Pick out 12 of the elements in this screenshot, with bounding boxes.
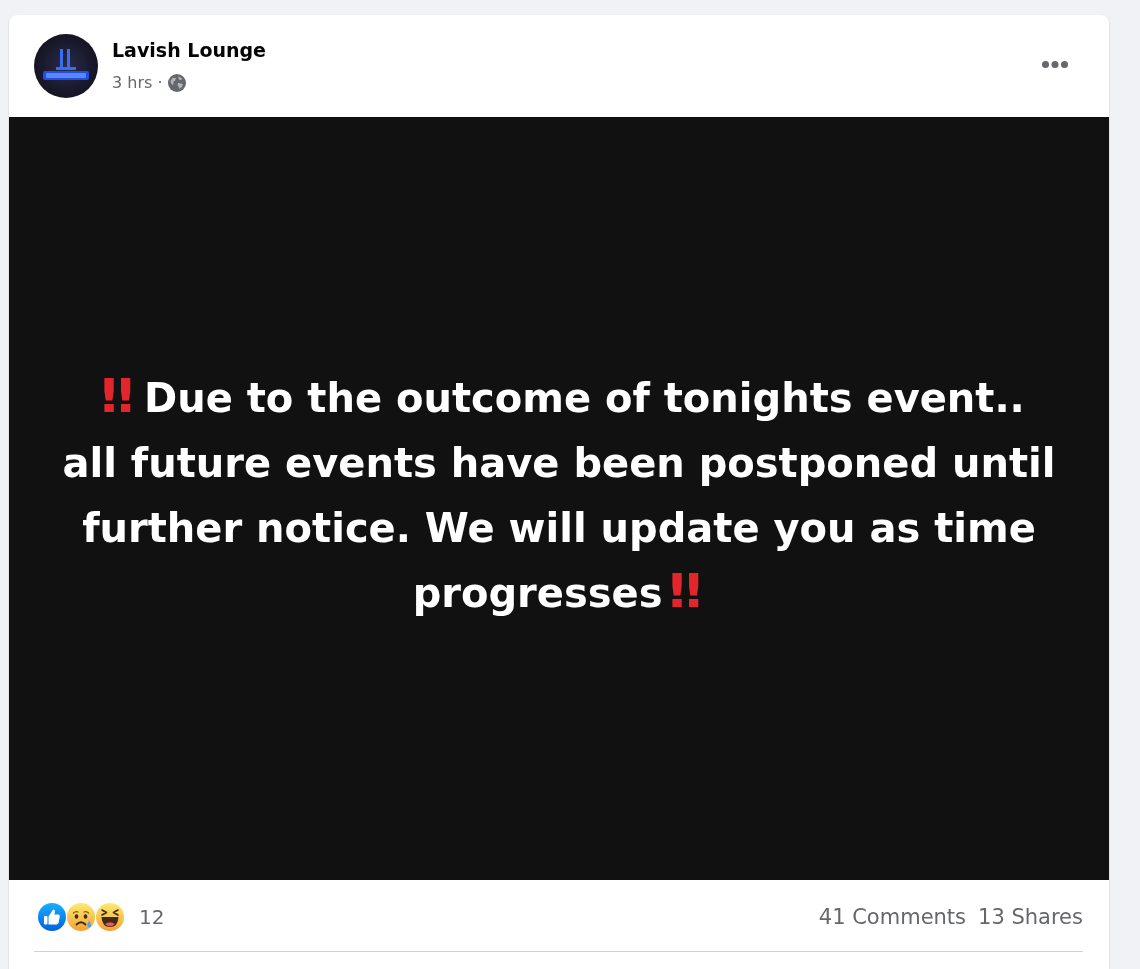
shares-link[interactable]: 13 Shares <box>978 904 1083 929</box>
page-name-link[interactable]: Lavish Lounge <box>112 37 266 62</box>
reaction-count[interactable]: 12 <box>139 904 165 929</box>
crying-face-icon <box>67 902 95 931</box>
globe-icon <box>167 73 186 92</box>
laughing-face-icon <box>96 902 124 931</box>
post-time-link[interactable]: 3 hrs · <box>112 72 163 93</box>
thumbs-up-icon <box>38 902 66 931</box>
comments-link[interactable]: 41 Comments <box>818 904 967 929</box>
avatar-logo[interactable] <box>34 34 98 98</box>
more-icon <box>1042 60 1068 68</box>
post-text: ‼ Due to the outcome of tonights event.. all future events have been postponed until further notice. We will update you as time progresses‼ <box>61 367 1057 620</box>
